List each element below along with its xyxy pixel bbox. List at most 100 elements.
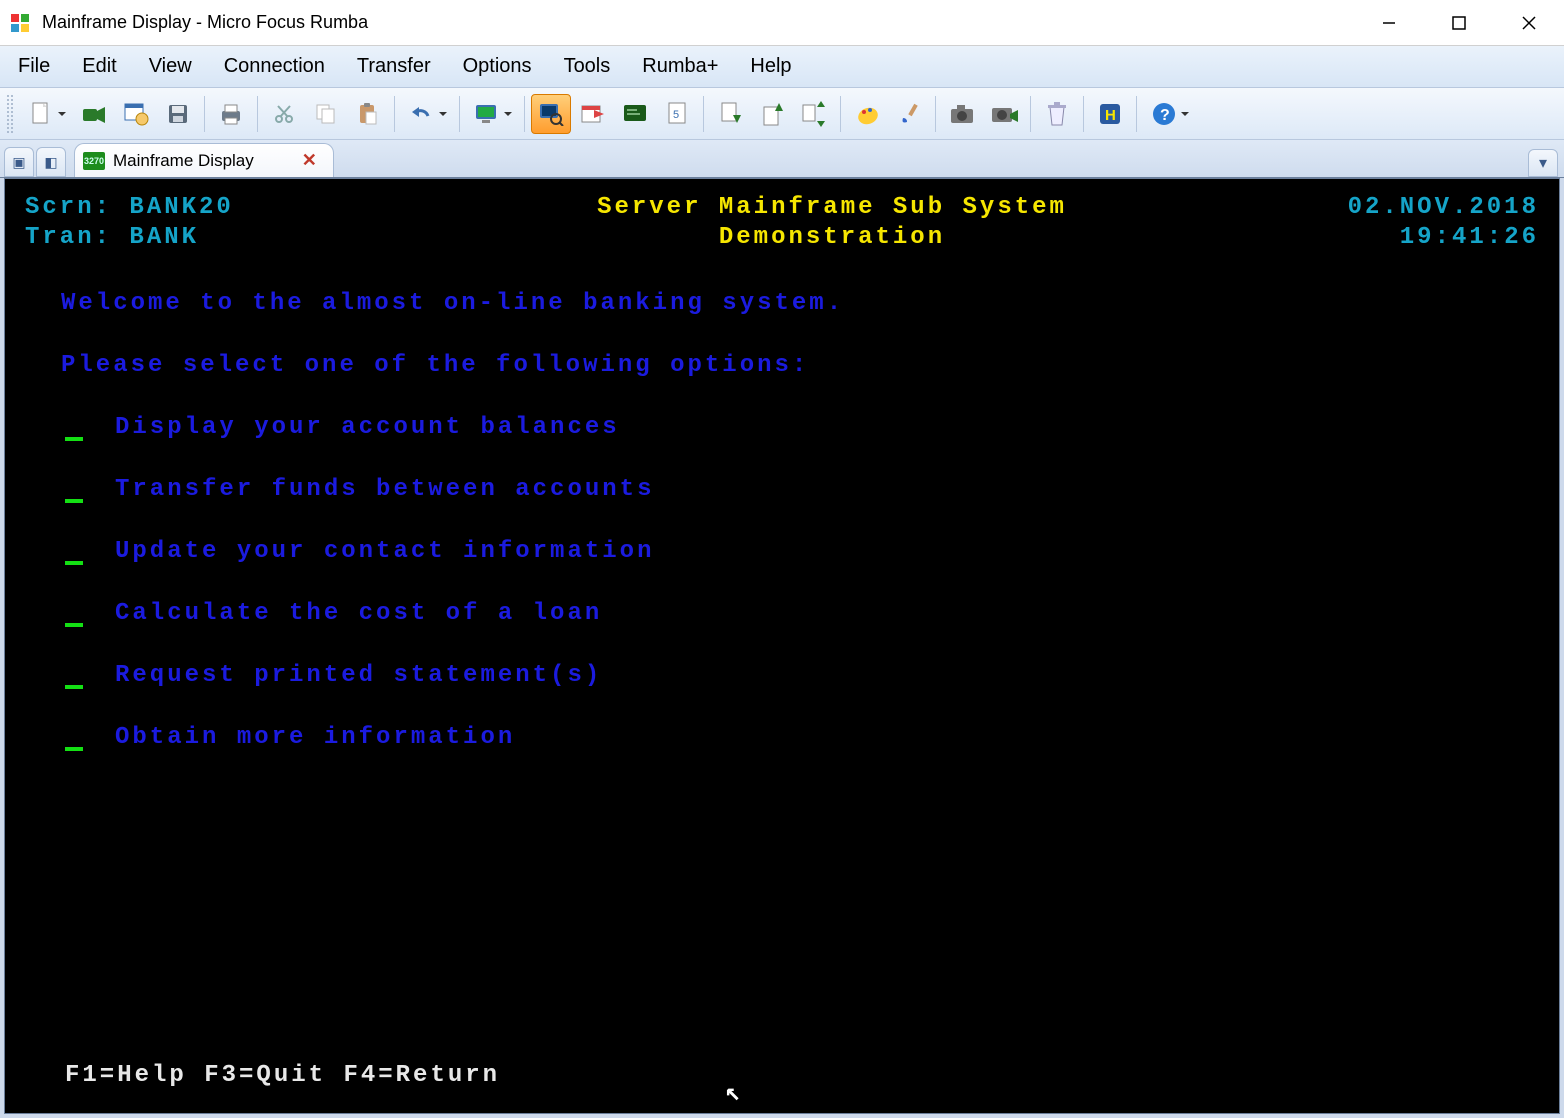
app-icon [8,11,32,35]
scrn-value: BANK20 [129,194,233,221]
transfer-button[interactable] [794,94,834,134]
screen-title-1: Server Mainframe Sub System [385,193,1279,223]
menu-tools[interactable]: Tools [550,51,625,82]
screen-button[interactable] [466,94,518,134]
new-button[interactable] [20,94,72,134]
help-button[interactable]: ? [1143,94,1195,134]
history-button[interactable]: H [1090,94,1130,134]
tab-nav-right-button[interactable]: ◧ [36,147,66,177]
print-button[interactable] [211,94,251,134]
option-input-5[interactable] [65,685,83,689]
camera-play-button[interactable] [984,94,1024,134]
option-label: Display your account balances [115,413,620,443]
connect-icon [80,100,108,128]
svg-text:5: 5 [673,109,679,121]
toolbar: 5 [0,88,1564,140]
screen-date: 02.NOV.2018 [1279,193,1539,223]
undo-button[interactable] [401,94,453,134]
form-button[interactable]: 5 [657,94,697,134]
camera-button[interactable] [942,94,982,134]
receive-file-button[interactable] [752,94,792,134]
new-document-icon [27,100,55,128]
blackboard-button[interactable] [615,94,655,134]
menu-rumba-plus[interactable]: Rumba+ [628,51,732,82]
menu-edit[interactable]: Edit [68,51,130,82]
disconnect-button[interactable] [116,94,156,134]
minimize-button[interactable] [1354,0,1424,46]
cut-button[interactable] [264,94,304,134]
doc-swap-icon [800,100,828,128]
send-file-button[interactable] [710,94,750,134]
menu-help[interactable]: Help [736,51,805,82]
undo-icon [408,100,436,128]
option-input-3[interactable] [65,561,83,565]
function-keys: F1=Help F3=Quit F4=Return [65,1061,500,1091]
option-label: Calculate the cost of a loan [115,599,602,629]
tab-label: Mainframe Display [113,151,254,171]
menu-view[interactable]: View [135,51,206,82]
option-label: Transfer funds between accounts [115,475,654,505]
option-label: Request printed statement(s) [115,661,602,691]
window-gear-icon [122,100,150,128]
menu-file[interactable]: File [4,51,64,82]
copy-icon [312,100,340,128]
menu-options[interactable]: Options [449,51,546,82]
prompt-text: Please select one of the following optio… [61,351,1539,381]
welcome-text: Welcome to the almost on-line banking sy… [61,289,1539,319]
maximize-button[interactable] [1424,0,1494,46]
tab-options-button[interactable]: ▾ [1528,149,1558,177]
option-row: Obtain more information [61,723,1539,753]
option-row: Display your account balances [61,413,1539,443]
doc-arrow-down-icon [716,100,744,128]
help-icon: ? [1150,100,1178,128]
form-number-icon: 5 [663,100,691,128]
option-input-4[interactable] [65,623,83,627]
save-button[interactable] [158,94,198,134]
option-input-2[interactable] [65,499,83,503]
palette-icon [853,100,881,128]
palette-button[interactable] [847,94,887,134]
printer-icon [217,100,245,128]
save-icon [164,100,192,128]
trash-button[interactable] [1037,94,1077,134]
tab-close-button[interactable]: ✕ [302,150,317,171]
terminal-screen[interactable]: Scrn: BANK20 Server Mainframe Sub System… [4,178,1560,1114]
screen-title-2: Demonstration [385,223,1279,253]
option-input-6[interactable] [65,747,83,751]
doc-arrow-up-icon [758,100,786,128]
paste-button[interactable] [348,94,388,134]
option-input-1[interactable] [65,437,83,441]
menu-connection[interactable]: Connection [210,51,339,82]
menubar: File Edit View Connection Transfer Optio… [0,46,1564,88]
option-label: Update your contact information [115,537,654,567]
titlebar: Mainframe Display - Micro Focus Rumba [0,0,1564,46]
calendar-button[interactable] [573,94,613,134]
tab-nav-left-button[interactable]: ▣ [4,147,34,177]
screen-designer-button[interactable] [531,94,571,134]
brush-button[interactable] [889,94,929,134]
screen-magnify-icon [537,100,565,128]
camera-icon [948,100,976,128]
brush-icon [895,100,923,128]
tab-mainframe-display[interactable]: 3270 Mainframe Display ✕ [74,143,334,177]
tran-value: BANK [129,224,199,251]
toolbar-grip-icon [6,94,14,134]
folder-tab-icon: ▣ [12,154,25,171]
camera-play-icon [990,100,1018,128]
chevron-down-icon: ▾ [1539,153,1547,173]
connect-button[interactable] [74,94,114,134]
screen-icon [473,100,501,128]
menu-transfer[interactable]: Transfer [343,51,445,82]
paste-icon [354,100,382,128]
window-title: Mainframe Display - Micro Focus Rumba [42,12,1354,33]
copy-button[interactable] [306,94,346,134]
calendar-flag-icon [579,100,607,128]
svg-text:?: ? [1160,107,1170,124]
option-row: Transfer funds between accounts [61,475,1539,505]
tran-label: Tran: [25,224,112,251]
option-label: Obtain more information [115,723,515,753]
close-button[interactable] [1494,0,1564,46]
trash-icon [1043,100,1071,128]
cursor-arrow-icon: ↖ [725,1077,744,1110]
history-h-icon: H [1096,100,1124,128]
